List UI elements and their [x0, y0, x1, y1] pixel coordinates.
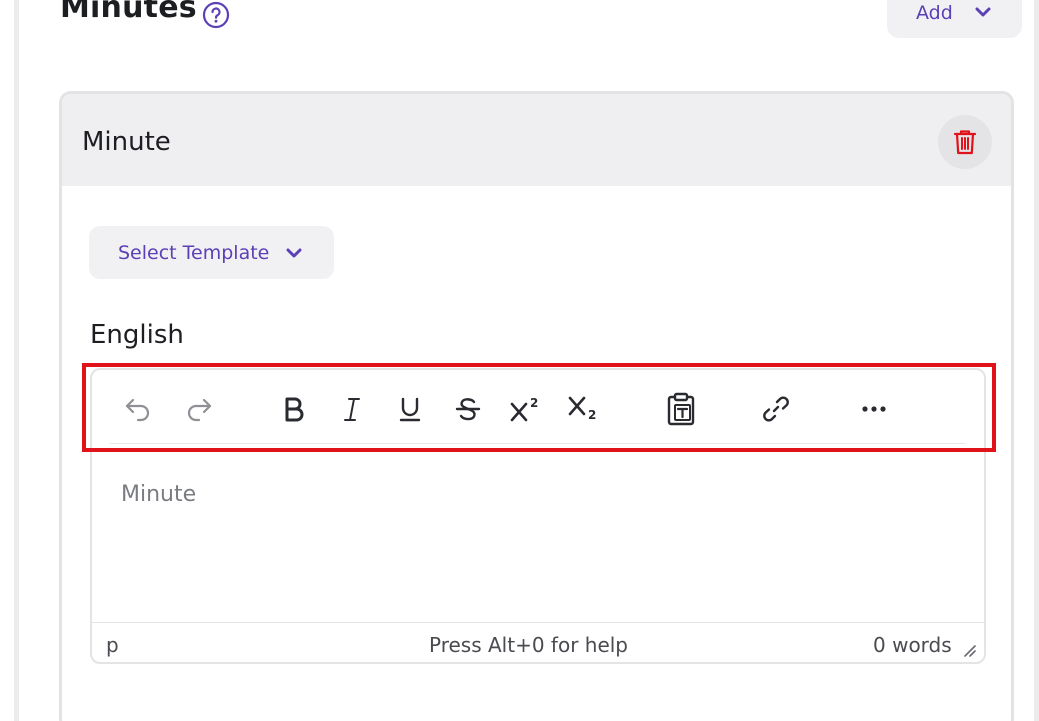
left-divider: [14, 0, 19, 721]
minute-card: Minute Select Template English 2 2 Minut…: [59, 91, 1014, 721]
subscript-button[interactable]: 2: [567, 392, 601, 426]
chevron-down-icon: [975, 7, 991, 17]
resize-handle-icon[interactable]: [962, 643, 976, 657]
bold-icon: [285, 397, 304, 422]
rich-text-editor: 2 2 Minute p Press Alt+0 for help 0 word…: [90, 368, 986, 664]
editor-content[interactable]: Minute: [121, 482, 196, 507]
subscript-icon: 2: [568, 396, 596, 422]
undo-button[interactable]: [121, 392, 155, 426]
right-divider: [1034, 0, 1039, 721]
delete-button[interactable]: [938, 115, 992, 169]
undo-icon: [125, 398, 150, 422]
redo-icon: [187, 398, 212, 422]
bold-button[interactable]: [277, 392, 311, 426]
link-icon: [763, 396, 789, 422]
strikethrough-button[interactable]: [451, 392, 485, 426]
paste-text-button[interactable]: [664, 392, 698, 426]
select-template-label: Select Template: [118, 241, 270, 264]
element-path[interactable]: p: [106, 633, 119, 657]
word-count[interactable]: 0 words: [873, 633, 952, 657]
italic-button[interactable]: [335, 392, 369, 426]
card-header: Minute: [62, 94, 1011, 186]
help-hint: Press Alt+0 for help: [429, 633, 629, 657]
editor-statusbar: p Press Alt+0 for help 0 words: [92, 622, 984, 664]
underline-button[interactable]: [393, 392, 427, 426]
underline-icon: [399, 397, 421, 422]
section-title: Minutes: [60, 0, 197, 25]
add-button-label: Add: [916, 2, 953, 24]
paste-text-icon: [667, 392, 695, 426]
svg-text:2: 2: [530, 396, 538, 410]
card-title: Minute: [82, 127, 171, 157]
svg-text:2: 2: [588, 408, 596, 422]
select-template-button[interactable]: Select Template: [89, 226, 334, 279]
toolbar-divider: [110, 443, 966, 444]
redo-button[interactable]: [182, 392, 216, 426]
strikethrough-icon: [455, 398, 481, 421]
superscript-icon: 2: [510, 396, 538, 422]
superscript-button[interactable]: 2: [509, 392, 543, 426]
add-button[interactable]: Add: [887, 0, 1022, 38]
chevron-down-icon: [286, 248, 302, 258]
help-icon[interactable]: [202, 1, 230, 29]
more-icon: [862, 406, 886, 412]
more-button[interactable]: [857, 392, 891, 426]
link-button[interactable]: [759, 392, 793, 426]
language-label: English: [90, 320, 184, 350]
editor-toolbar: 2 2: [92, 370, 984, 446]
trash-icon: [953, 130, 977, 155]
italic-icon: [344, 398, 360, 421]
